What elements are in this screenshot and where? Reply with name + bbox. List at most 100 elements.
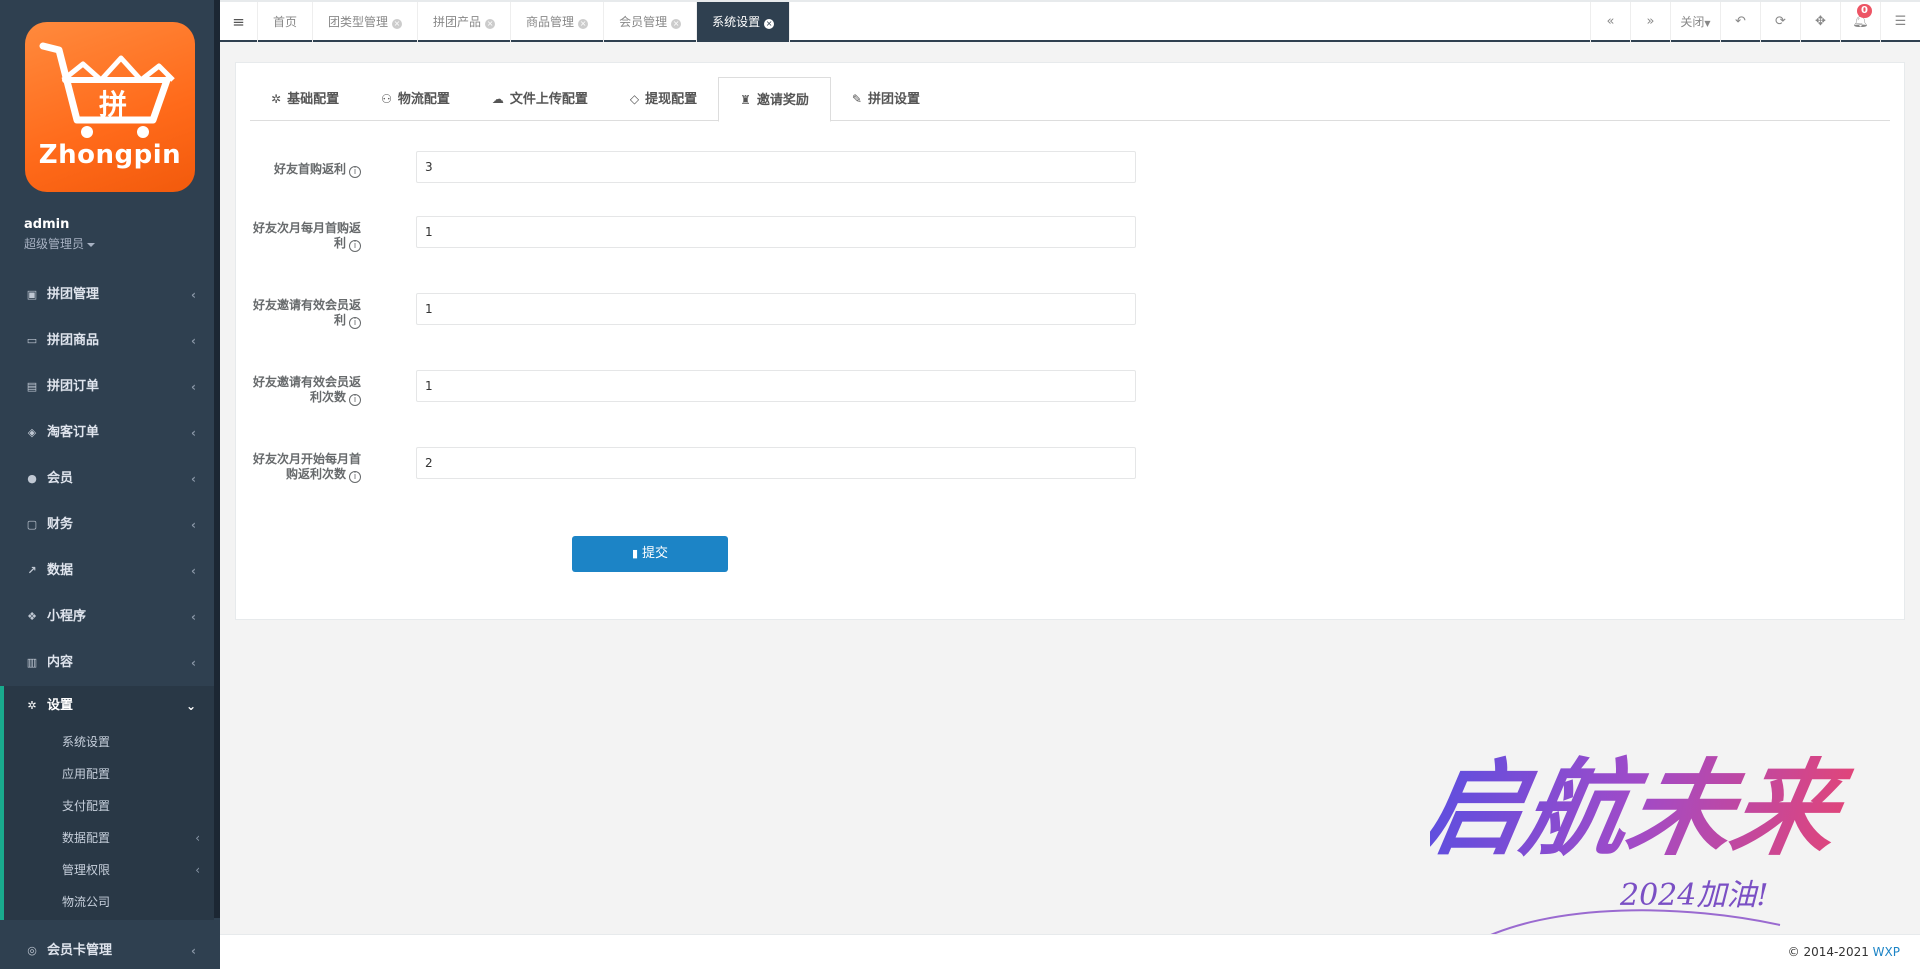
info-icon[interactable]: i: [349, 394, 361, 406]
close-icon[interactable]: ×: [764, 19, 775, 29]
field-label: 好友邀请有效会员返利 i: [11, 298, 361, 329]
tab-label: 邀请奖励: [756, 93, 809, 108]
tab-system-settings[interactable]: 系统设置 ×: [697, 2, 791, 42]
invite-member-rebate-input[interactable]: [416, 293, 1136, 325]
sidebar-subitem-app-config[interactable]: 应用配置: [4, 758, 214, 790]
info-icon[interactable]: i: [349, 240, 361, 252]
backward-icon[interactable]: «: [1590, 2, 1630, 42]
sidebar-subitem-payment-config[interactable]: 支付配置: [4, 790, 214, 822]
bell-icon[interactable]: 🔔︎ 0: [1840, 2, 1880, 42]
sidebar-item-data[interactable]: ↗ 数据 ‹: [0, 548, 214, 594]
undo-icon[interactable]: ↶: [1720, 2, 1760, 42]
chevron-left-icon: ‹: [191, 518, 196, 532]
chevron-left-icon: ‹: [191, 426, 196, 440]
tab-label: 商品管理: [526, 15, 575, 29]
top-tools: « » 关闭▼ ↶ ⟳ ✥ 🔔︎ 0 ☰: [1590, 2, 1920, 42]
field-label: 好友次月开始每月首 购返利次数 i: [11, 452, 361, 483]
settings-panel: ✲ 基础配置 ⚇ 物流配置 ☁ 文件上传配置 ◇ 提现配置 ♜ 邀请奖励 ✎ 拼团设置 好友…: [235, 62, 1905, 620]
sidebar-subitem-system-settings[interactable]: 系统设置: [4, 726, 214, 758]
tab-label: 系统设置: [712, 15, 761, 29]
sidebar-item-finance[interactable]: ▢ 财务 ‹: [0, 502, 214, 548]
tab-label: 文件上传配置: [509, 92, 588, 107]
sidebar-item-label: 淘客订单: [47, 425, 100, 440]
close-icon[interactable]: ×: [578, 19, 589, 29]
close-icon[interactable]: ×: [485, 19, 496, 29]
sidebar: 拼 Zhongpin admin 超级管理员 ▣ 拼团管理 ‹ ▭ 拼团商品 ‹ ▤ 拼团…: [0, 0, 220, 969]
refresh-icon[interactable]: ⟳: [1760, 2, 1800, 42]
arrows-icon[interactable]: ✥: [1800, 2, 1840, 42]
diamond-icon: ◇: [629, 92, 640, 106]
field-label-text: 利: [333, 313, 346, 327]
sidebar-item-label: 拼团商品: [47, 333, 100, 348]
svg-text:2024加油!: 2024加油!: [1619, 878, 1768, 913]
sidebar-item-content[interactable]: ▥ 内容 ‹: [0, 640, 214, 686]
tab-basic-config[interactable]: ✲ 基础配置: [250, 77, 360, 121]
settings-panel-icon[interactable]: ☰: [1880, 2, 1920, 42]
tab-label: 拼团设置: [867, 92, 920, 107]
motorcycle-icon: ⚇: [381, 92, 392, 106]
tab-member-manage[interactable]: 会员管理 ×: [604, 2, 698, 42]
calligraphy-watermark: 启航未来 2024加油!: [1430, 748, 1859, 946]
sidebar-subitem-permissions[interactable]: 管理权限 ‹: [4, 854, 214, 886]
sidebar-subitem-label: 应用配置: [62, 767, 111, 781]
tab-group-type[interactable]: 团类型管理 ×: [313, 2, 419, 42]
card-icon: ◎: [27, 944, 37, 957]
tab-label: 拼团产品: [433, 15, 482, 29]
chevron-left-icon: ‹: [191, 610, 196, 624]
field-label: 好友邀请有效会员返 利次数 i: [11, 375, 361, 406]
footer-link[interactable]: WXP: [1873, 945, 1900, 959]
monthly-first-purchase-rebate-input[interactable]: [416, 216, 1136, 248]
field-label-text: 好友邀请有效会员返: [252, 298, 361, 312]
page-tabs: 首页 团类型管理 × 拼团产品 × 商品管理 × 会员管理 × 系统设置 ×: [258, 2, 791, 42]
sidebar-subitem-data-config[interactable]: 数据配置 ‹: [4, 822, 214, 854]
field-label-text: 购返利次数: [285, 467, 346, 481]
brush-icon: ✎: [851, 92, 862, 106]
money-icon: ▢: [26, 518, 38, 531]
tab-home[interactable]: 首页: [258, 2, 314, 42]
forward-icon[interactable]: »: [1630, 2, 1670, 42]
info-icon[interactable]: i: [349, 166, 361, 178]
close-icon[interactable]: ×: [671, 19, 682, 29]
sidebar-item-settings[interactable]: ✲ 设置 ⌄: [4, 686, 214, 726]
tab-logistics-config[interactable]: ⚇ 物流配置: [360, 77, 471, 121]
sidebar-item-miniprogram[interactable]: ❖ 小程序 ‹: [0, 594, 214, 640]
cube-icon: ◈: [27, 426, 37, 439]
submit-button[interactable]: ▮ 提交: [572, 536, 728, 572]
tab-goods-manage[interactable]: 商品管理 ×: [511, 2, 605, 42]
tab-pintuan-products[interactable]: 拼团产品 ×: [418, 2, 512, 42]
invite-member-rebate-times-input[interactable]: [416, 370, 1136, 402]
sidebar-subitem-label: 管理权限: [62, 863, 111, 877]
tab-upload-config[interactable]: ☁ 文件上传配置: [471, 77, 609, 121]
notification-badge: 0: [1857, 4, 1872, 18]
field-label-text: 利: [333, 236, 346, 250]
sidebar-subitem-logistics[interactable]: 物流公司: [4, 886, 214, 918]
sidebar-item-label: 会员卡管理: [47, 943, 113, 958]
close-dropdown-label: 关闭: [1680, 15, 1705, 29]
info-icon[interactable]: i: [349, 471, 361, 483]
gear-icon: ✲: [271, 92, 282, 106]
close-icon[interactable]: ×: [392, 19, 403, 29]
info-icon[interactable]: i: [349, 317, 361, 329]
sidebar-item-taoke-orders[interactable]: ◈ 淘客订单 ‹: [0, 410, 214, 456]
sidebar-item-label: 小程序: [47, 609, 87, 624]
tab-pintuan-settings[interactable]: ✎ 拼团设置: [831, 77, 941, 121]
chevron-left-icon: ‹: [191, 656, 196, 670]
invite-icon: ♜: [740, 93, 751, 107]
sidebar-item-member-card[interactable]: ◎ 会员卡管理 ‹: [0, 928, 214, 969]
close-dropdown[interactable]: 关闭▼: [1670, 2, 1720, 42]
first-purchase-rebate-input[interactable]: [416, 151, 1136, 183]
tab-withdraw-config[interactable]: ◇ 提现配置: [609, 77, 718, 121]
chevron-left-icon: ‹: [195, 863, 200, 877]
tab-invite-reward[interactable]: ♜ 邀请奖励: [718, 77, 831, 122]
cubes-icon: ❖: [27, 610, 37, 623]
sidebar-settings-group: ✲ 设置 ⌄ 系统设置 应用配置 支付配置 数据配置 ‹ 管理权限 ‹ 物流公司: [0, 686, 214, 920]
monthly-rebate-times-input[interactable]: [416, 447, 1136, 479]
field-label-text: 好友邀请有效会员返: [252, 375, 361, 389]
tab-label: 团类型管理: [328, 15, 389, 29]
svg-text:启航未来: 启航未来: [1430, 748, 1859, 870]
field-label-text: 好友首购返利: [273, 162, 346, 176]
copyright-text: © 2014-2021: [1787, 945, 1873, 959]
menu-toggle-icon[interactable]: ≡: [220, 2, 258, 42]
field-label-text: 利次数: [309, 390, 346, 404]
chevron-down-icon: ⌄: [185, 699, 196, 713]
